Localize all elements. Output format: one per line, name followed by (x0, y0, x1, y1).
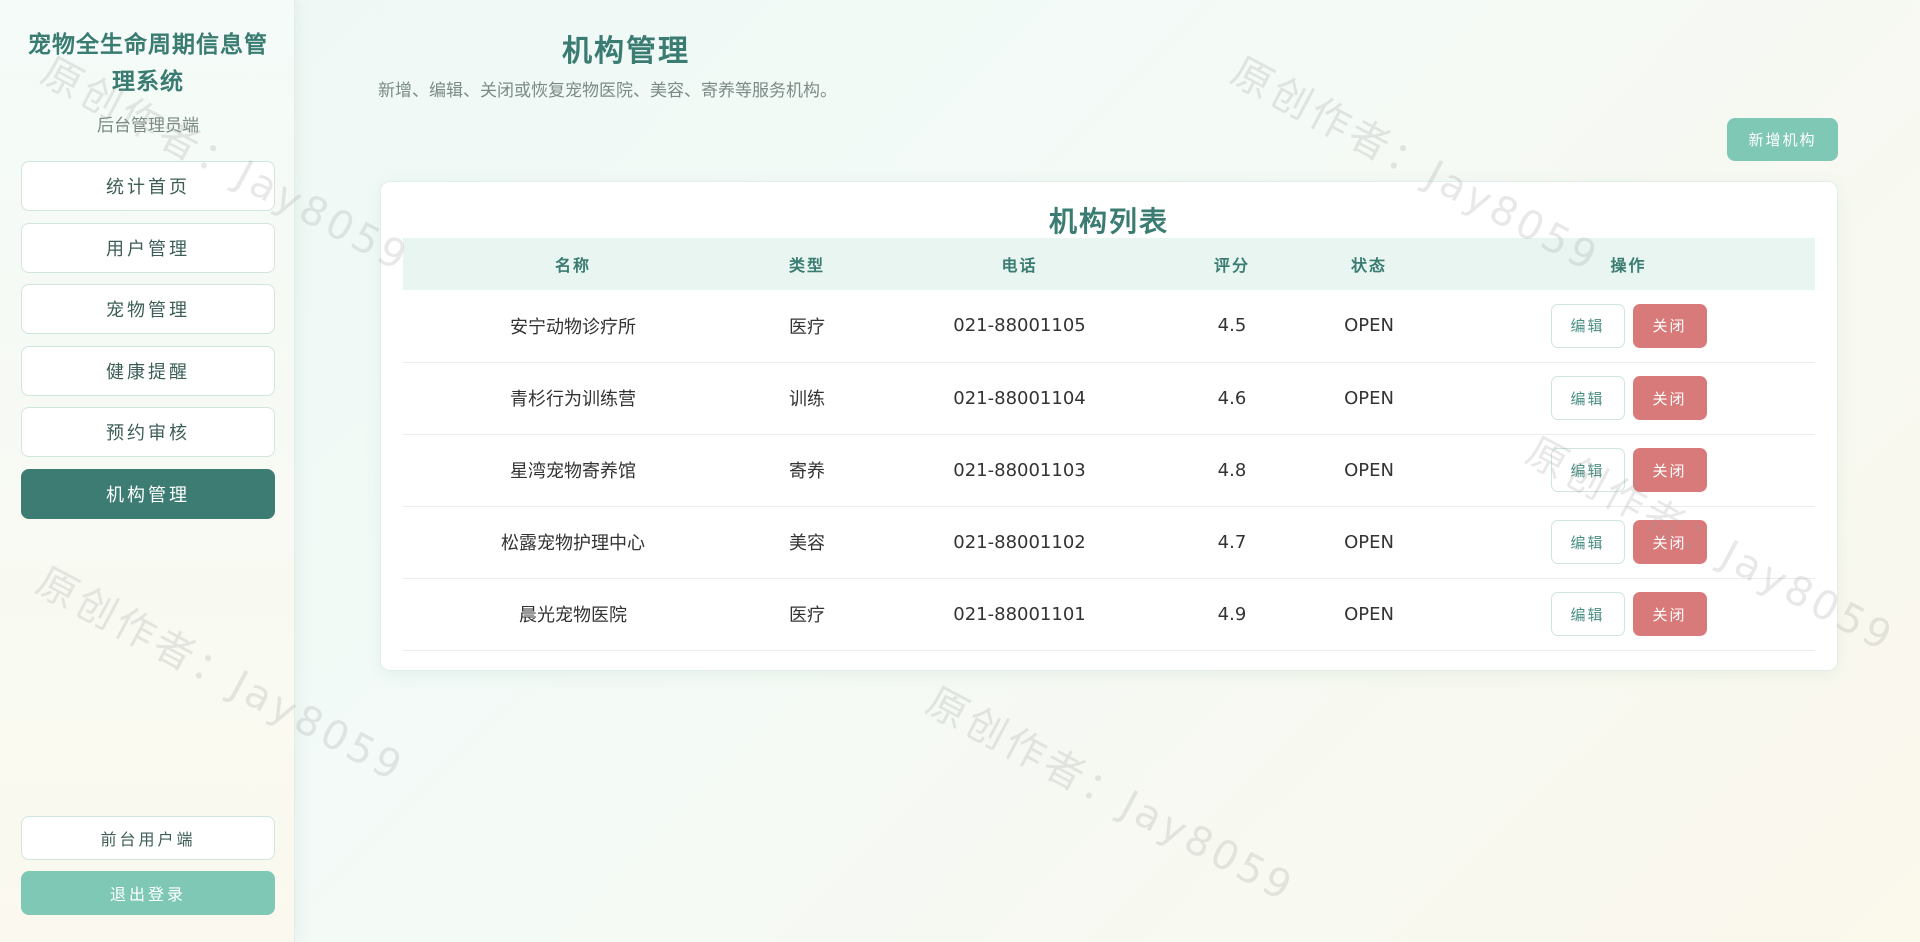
table-row: 安宁动物诊疗所 医疗 021-88001105 4.5 OPEN 编辑 关闭 (403, 290, 1815, 362)
cell-actions: 编辑 关闭 (1442, 506, 1815, 578)
cell-status: OPEN (1344, 459, 1394, 481)
add-institution-button[interactable]: 新增机构 (1727, 118, 1838, 161)
app-subtitle: 后台管理员端 (97, 116, 199, 136)
column-header-phone: 电话 (1001, 256, 1038, 275)
column-header-actions: 操作 (1610, 256, 1647, 275)
cell-name: 安宁动物诊疗所 (510, 316, 636, 338)
sidebar-item-users[interactable]: 用户管理 (21, 222, 275, 273)
table-row: 晨光宠物医院 医疗 021-88001101 4.9 OPEN 编辑 关闭 (403, 578, 1815, 650)
column-header-name: 名称 (554, 256, 591, 275)
sidebar-item-health-reminders[interactable]: 健康提醒 (21, 345, 275, 396)
close-button[interactable]: 关闭 (1632, 303, 1707, 348)
page-title: 机构管理 (562, 34, 690, 69)
cell-status: OPEN (1344, 315, 1394, 337)
cell-actions: 编辑 关闭 (1442, 362, 1815, 434)
cell-rating: 4.6 (1217, 387, 1247, 409)
cell-phone: 021-88001102 (953, 531, 1086, 553)
cell-type: 医疗 (789, 605, 825, 626)
logout-button[interactable]: 退出登录 (21, 871, 275, 915)
sidebar: 宠物全生命周期信息管理系统 后台管理员端 统计首页 用户管理 宠物管理 健康提醒… (0, 0, 295, 942)
cell-rating: 4.8 (1217, 459, 1247, 481)
table-title: 机构列表 (1048, 205, 1169, 238)
sidebar-item-pets[interactable]: 宠物管理 (21, 284, 275, 334)
front-user-button[interactable]: 前台用户端 (21, 816, 275, 860)
edit-button[interactable]: 编辑 (1550, 303, 1625, 348)
cell-name: 松露宠物护理中心 (501, 533, 645, 554)
cell-rating: 4.7 (1217, 531, 1247, 553)
sidebar-item-appointments[interactable]: 预约审核 (21, 407, 275, 457)
cell-phone: 021-88001105 (953, 315, 1086, 337)
column-header-rating: 评分 (1213, 256, 1250, 275)
cell-rating: 4.5 (1217, 315, 1247, 337)
cell-actions: 编辑 关闭 (1442, 434, 1815, 506)
table-row: 星湾宠物寄养馆 寄养 021-88001103 4.8 OPEN 编辑 关闭 (403, 434, 1815, 506)
sidebar-item-dashboard[interactable]: 统计首页 (21, 161, 275, 211)
close-button[interactable]: 关闭 (1632, 448, 1707, 492)
institution-table: 名称 类型 电话 评分 状态 操作 安宁动物诊疗所 医疗 021-8800110… (403, 238, 1815, 651)
app-title: 宠物全生命周期信息管理系统 (28, 31, 268, 95)
cell-type: 美容 (789, 533, 825, 554)
cell-status: OPEN (1344, 387, 1394, 409)
table-row: 青杉行为训练营 训练 021-88001104 4.6 OPEN 编辑 关闭 (403, 362, 1815, 434)
sidebar-item-institutions[interactable]: 机构管理 (21, 468, 275, 519)
edit-button[interactable]: 编辑 (1550, 376, 1625, 420)
close-button[interactable]: 关闭 (1632, 592, 1707, 636)
edit-button[interactable]: 编辑 (1550, 592, 1625, 636)
cell-name: 星湾宠物寄养馆 (510, 461, 636, 482)
column-header-type: 类型 (788, 256, 825, 275)
column-header-status: 状态 (1350, 256, 1387, 275)
cell-actions: 编辑 关闭 (1442, 290, 1815, 362)
cell-status: OPEN (1344, 531, 1394, 553)
edit-button[interactable]: 编辑 (1550, 448, 1625, 492)
page-subtitle: 新增、编辑、关闭或恢复宠物医院、美容、寄养等服务机构。 (378, 81, 837, 101)
cell-type: 医疗 (789, 316, 825, 338)
cell-type: 训练 (789, 389, 825, 410)
watermark: 原创作者：Jay8059 (918, 678, 1303, 912)
cell-name: 晨光宠物医院 (519, 605, 627, 626)
cell-rating: 4.9 (1217, 603, 1247, 625)
cell-name: 青杉行为训练营 (510, 389, 636, 410)
cell-status: OPEN (1344, 603, 1394, 625)
cell-phone: 021-88001101 (953, 603, 1086, 625)
sidebar-nav: 统计首页 用户管理 宠物管理 健康提醒 预约审核 机构管理 (21, 161, 275, 530)
close-button[interactable]: 关闭 (1632, 376, 1707, 420)
cell-phone: 021-88001103 (953, 459, 1086, 481)
table-row: 松露宠物护理中心 美容 021-88001102 4.7 OPEN 编辑 关闭 (403, 506, 1815, 578)
institution-list-card: 机构列表 名称 类型 电话 评分 状态 操作 安宁动物诊疗所 医疗 021-88… (380, 181, 1838, 671)
cell-phone: 021-88001104 (953, 387, 1086, 409)
cell-actions: 编辑 关闭 (1442, 578, 1815, 650)
close-button[interactable]: 关闭 (1632, 520, 1707, 564)
edit-button[interactable]: 编辑 (1550, 520, 1625, 564)
table-header-row: 名称 类型 电话 评分 状态 操作 (403, 238, 1815, 290)
cell-type: 寄养 (789, 461, 825, 482)
